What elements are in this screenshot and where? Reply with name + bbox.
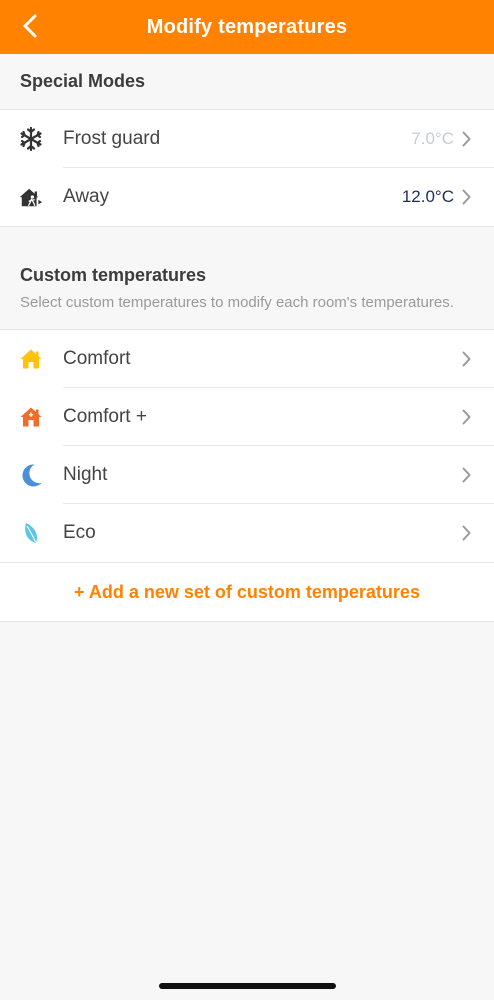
comfort-label: Comfort (63, 348, 131, 369)
home-orange-icon (19, 405, 43, 429)
comfort-plus-row[interactable]: Comfort + (0, 388, 494, 446)
away-value: 12.0°C (401, 187, 454, 206)
app-header: Modify temperatures (0, 0, 494, 54)
chevron-right-icon (458, 407, 474, 427)
home-yellow-icon (19, 347, 43, 371)
night-label: Night (63, 464, 108, 485)
leaf-icon (19, 521, 43, 545)
away-label: Away (63, 186, 110, 207)
custom-temperatures-description: Select custom temperatures to modify eac… (20, 294, 454, 311)
comfort-row[interactable]: Comfort (0, 330, 494, 388)
night-row[interactable]: Night (0, 446, 494, 504)
moon-icon (19, 463, 43, 487)
chevron-right-icon (458, 129, 474, 149)
page-title: Modify temperatures (146, 15, 348, 38)
chevron-right-icon (458, 523, 474, 543)
custom-temperatures-title: Custom temperatures (20, 265, 207, 285)
comfort-plus-label: Comfort + (63, 406, 147, 427)
away-house-icon (19, 185, 43, 209)
chevron-right-icon (458, 349, 474, 369)
snowflake-icon (19, 127, 43, 151)
frost-guard-value: 7.0°C (411, 129, 454, 148)
away-row[interactable]: Away 12.0°C (0, 168, 494, 226)
frost-guard-row[interactable]: Frost guard 7.0°C (0, 110, 494, 168)
back-button[interactable] (14, 10, 46, 42)
section-spacer (0, 226, 494, 259)
eco-label: Eco (63, 522, 96, 543)
custom-temperatures-list: Comfort Comfort + Night Eco (0, 330, 494, 562)
special-modes-title: Special Modes (20, 71, 146, 91)
chevron-left-icon (23, 14, 37, 38)
add-custom-temperatures-label: + Add a new set of custom temperatures (74, 581, 420, 602)
eco-row[interactable]: Eco (0, 504, 494, 562)
chevron-right-icon (458, 187, 474, 207)
home-indicator[interactable] (159, 983, 336, 989)
add-custom-temperatures-button[interactable]: + Add a new set of custom temperatures (0, 562, 494, 622)
chevron-right-icon (458, 465, 474, 485)
frost-guard-label: Frost guard (63, 128, 161, 149)
special-modes-list: Frost guard 7.0°C Away 12.0°C (0, 110, 494, 226)
custom-temperatures-header: Custom temperatures Select custom temper… (0, 259, 494, 330)
special-modes-header: Special Modes (0, 54, 494, 110)
